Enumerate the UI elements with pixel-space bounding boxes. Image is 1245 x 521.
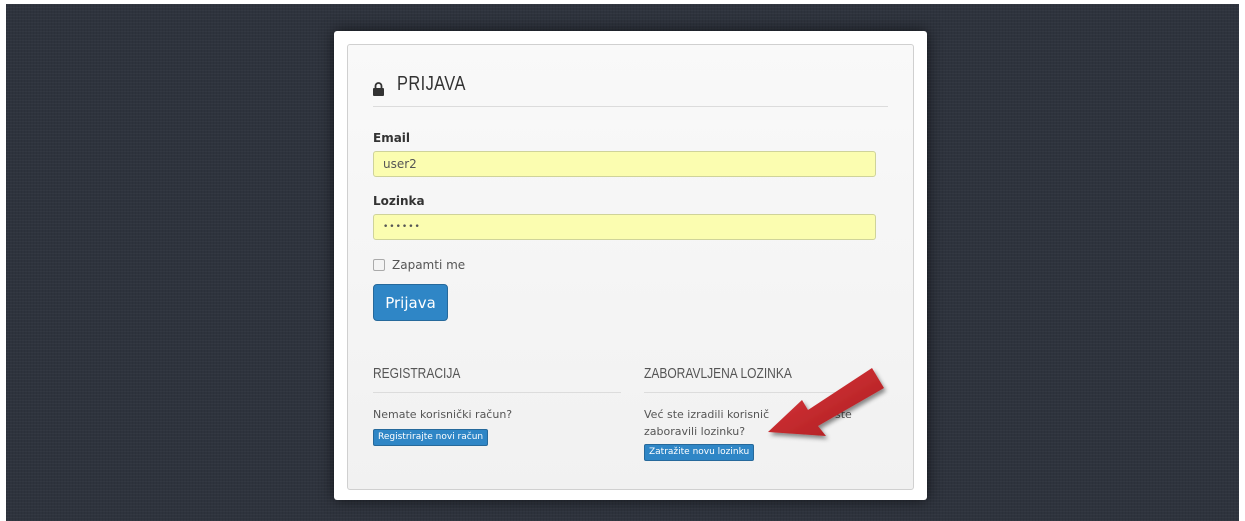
login-button[interactable]: Prijava — [373, 284, 448, 321]
register-title: REGISTRACIJA — [373, 365, 461, 382]
email-field[interactable]: user2 — [373, 151, 876, 177]
remember-checkbox[interactable] — [373, 259, 385, 271]
register-text: Nemate korisnički račun? — [373, 408, 513, 421]
request-password-button[interactable]: Zatražite novu lozinku — [644, 444, 755, 461]
lock-icon — [373, 82, 384, 96]
remember-label: Zapamti me — [392, 258, 466, 272]
password-label: Lozinka — [373, 194, 425, 208]
register-divider — [373, 392, 621, 393]
forgot-text-line1: Već ste izradili korisnič — [644, 408, 770, 421]
email-label: Email — [373, 131, 411, 145]
password-field[interactable]: •••••• — [373, 214, 876, 240]
arrow-pointer-icon — [768, 368, 884, 436]
forgot-text-line2: zaboravili lozinku? — [644, 425, 746, 438]
remember-me[interactable]: Zapamti me — [373, 257, 465, 273]
page-title: PRIJAVA — [397, 73, 466, 95]
register-button[interactable]: Registrirajte novi račun — [373, 429, 489, 446]
login-header: PRIJAVA — [373, 72, 888, 107]
